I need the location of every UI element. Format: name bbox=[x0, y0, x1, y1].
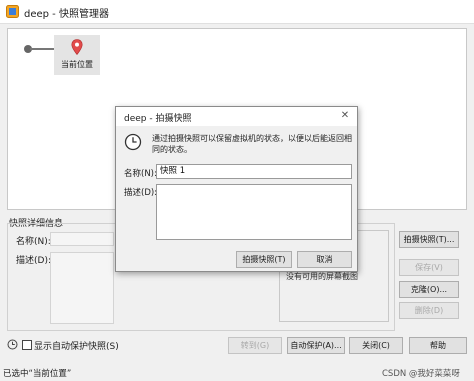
show-autoprotect-label: 显示自动保护快照(S) bbox=[34, 342, 119, 352]
window-title: deep - 快照管理器 bbox=[24, 9, 109, 20]
dialog-desc-label: 描述(D): bbox=[124, 188, 158, 198]
show-autoprotect-checkbox[interactable] bbox=[22, 340, 32, 350]
clock-icon bbox=[124, 133, 142, 151]
save-button[interactable]: 保存(V) bbox=[399, 259, 459, 276]
vmware-app-icon bbox=[6, 5, 19, 18]
details-name-field bbox=[50, 232, 114, 246]
autoprotect-clock-icon bbox=[7, 339, 18, 350]
dialog-title-bar: deep - 拍摄快照 ✕ bbox=[116, 107, 357, 126]
take-snapshot-dialog: deep - 拍摄快照 ✕ 通过拍摄快照可以保留虚拟机的状态，以便以后能返回相同… bbox=[115, 106, 358, 272]
snapshot-description-input[interactable] bbox=[156, 184, 352, 240]
node-label: 当前位置 bbox=[61, 60, 93, 69]
current-location-node[interactable]: 当前位置 bbox=[54, 35, 100, 75]
autoprotect-button[interactable]: 自动保护(A)... bbox=[287, 337, 345, 354]
watermark-text: CSDN @我好菜菜呀 bbox=[382, 369, 460, 379]
help-button[interactable]: 帮助 bbox=[409, 337, 467, 354]
take-snapshot-button[interactable]: 拍摄快照(T)... bbox=[399, 231, 459, 248]
goto-button[interactable]: 转到(G) bbox=[228, 337, 282, 354]
close-button[interactable]: 关闭(C) bbox=[349, 337, 403, 354]
details-desc-field bbox=[50, 252, 114, 324]
details-name-label: 名称(N): bbox=[16, 237, 51, 247]
dialog-cancel-button[interactable]: 取消 bbox=[297, 251, 352, 268]
status-text: 已选中“当前位置” bbox=[3, 369, 72, 379]
dialog-take-snapshot-button[interactable]: 拍摄快照(T) bbox=[236, 251, 292, 268]
location-pin-icon bbox=[71, 39, 83, 55]
snapshot-name-input[interactable]: 快照 1 bbox=[156, 164, 352, 179]
clone-button[interactable]: 克隆(O)... bbox=[399, 281, 459, 298]
dialog-message: 通过拍摄快照可以保留虚拟机的状态，以便以后能返回相同的状态。 bbox=[152, 134, 352, 154]
close-icon[interactable]: ✕ bbox=[339, 109, 351, 123]
details-desc-label: 描述(D): bbox=[16, 256, 51, 266]
delete-button[interactable]: 删除(D) bbox=[399, 302, 459, 319]
dialog-title: deep - 拍摄快照 bbox=[124, 114, 192, 124]
title-bar: deep - 快照管理器 bbox=[0, 0, 474, 24]
dialog-name-label: 名称(N): bbox=[124, 169, 157, 179]
no-screenshot-text: 没有可用的屏幕截图 bbox=[286, 272, 358, 281]
